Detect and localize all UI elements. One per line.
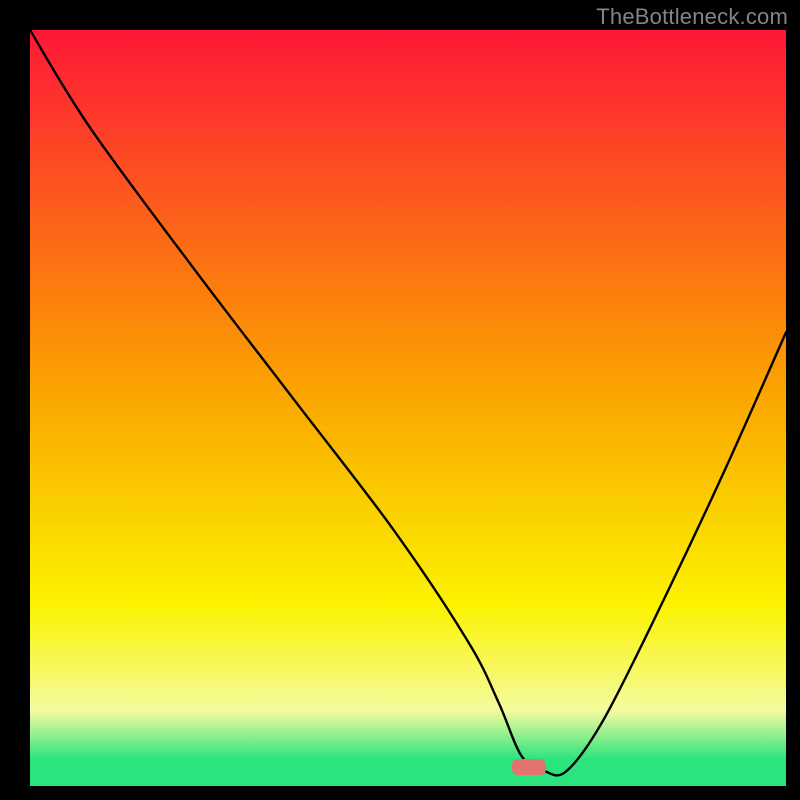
plot-area (30, 30, 786, 786)
chart-container: TheBottleneck.com (0, 0, 800, 800)
watermark: TheBottleneck.com (596, 4, 788, 30)
background-gradient (30, 30, 786, 786)
optimal-marker (512, 759, 546, 776)
